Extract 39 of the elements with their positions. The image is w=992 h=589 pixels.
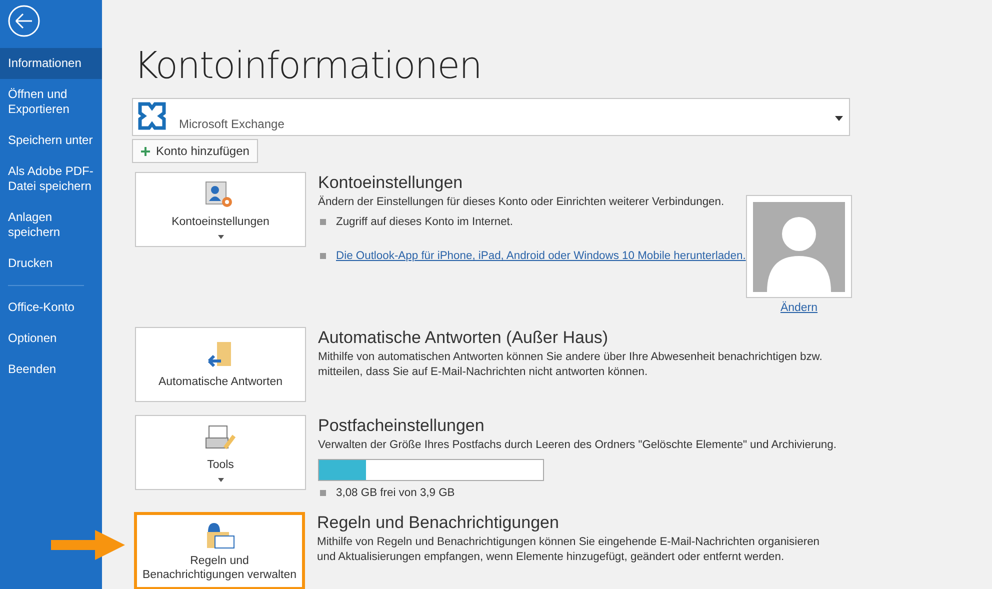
sidebar-item[interactable]: Beenden bbox=[0, 354, 102, 385]
section-description: Ändern der Einstellungen für dieses Konto oder Einrichten weiterer Verbindungen. bbox=[318, 195, 726, 210]
avatar-silhouette-icon bbox=[753, 202, 845, 292]
sidebar-item[interactable]: Drucken bbox=[0, 248, 102, 279]
page-title: Kontoinformationen bbox=[134, 44, 482, 88]
sidebar-item[interactable]: Speichern unter bbox=[0, 125, 102, 156]
plus-icon bbox=[141, 146, 150, 156]
bullet-text: Zugriff auf dieses Konto im Internet. bbox=[336, 216, 514, 228]
sidebar-item[interactable]: Öffnen und Exportieren bbox=[0, 79, 102, 125]
sidebar-item[interactable]: Optionen bbox=[0, 323, 102, 354]
section-tile-button[interactable]: Regeln und Benachrichtigungen verwalten bbox=[134, 512, 305, 589]
section-tile-button[interactable]: Kontoeinstellungen bbox=[135, 172, 306, 247]
bullet-icon bbox=[320, 490, 326, 496]
sidebar-item[interactable]: Office-Konto bbox=[0, 292, 102, 323]
section-heading: Automatische Antworten (Außer Haus) bbox=[318, 328, 610, 348]
caret-icon bbox=[218, 234, 224, 238]
bullet-icon bbox=[320, 253, 326, 259]
section-description: Mithilfe von automatischen Antworten können Sie andere über Ihre Abwesenheit benachrichtigen bzw. mitteilen, dass Sie auf E-Mail-Nachrichten nicht antworten können. bbox=[318, 350, 824, 380]
section-description: Mithilfe von Regeln und Benachrichtigungen können Sie eingehende E-Mail-Nachrichten organisieren und Aktualisierungen empfangen, wenn Elemente hinzugefügt, geändert oder entfernt werden. bbox=[317, 535, 821, 565]
add-account-button[interactable]: Konto hinzufügen bbox=[132, 139, 258, 163]
caret-icon bbox=[218, 478, 224, 482]
pointer-arrow-icon bbox=[51, 530, 125, 560]
caret-icon bbox=[835, 116, 843, 121]
download-link[interactable]: Die Outlook-App für iPhone, iPad, Android oder Windows 10 Mobile herunterladen. bbox=[336, 250, 746, 262]
section-heading: Kontoeinstellungen bbox=[318, 173, 464, 193]
storage-reading: 3,08 GB frei von 3,9 GB bbox=[336, 487, 455, 499]
bullet-icon bbox=[320, 219, 326, 225]
exchange-logo-icon bbox=[137, 101, 167, 131]
section-tile-button[interactable]: Tools bbox=[135, 415, 306, 490]
sidebar-item[interactable]: Als Adobe PDF-Datei speichern bbox=[0, 156, 102, 202]
sidebar-item[interactable]: Anlagen speichern bbox=[0, 202, 102, 248]
section-heading: Postfacheinstellungen bbox=[318, 416, 486, 436]
section-heading: Regeln und Benachrichtigungen bbox=[317, 513, 560, 533]
sidebar-item[interactable]: Informationen bbox=[0, 48, 102, 79]
section-description: Verwalten der Größe Ihres Postfachs durch Leeren des Ordners "Gelöschte Elemente" und Archivierung. bbox=[318, 438, 838, 453]
change-photo-link[interactable]: Ändern bbox=[780, 302, 818, 314]
section-tile-button[interactable]: Automatische Antworten bbox=[135, 327, 306, 402]
back-icon[interactable] bbox=[7, 4, 41, 38]
account-dropdown[interactable]: Microsoft Exchange bbox=[132, 98, 850, 136]
